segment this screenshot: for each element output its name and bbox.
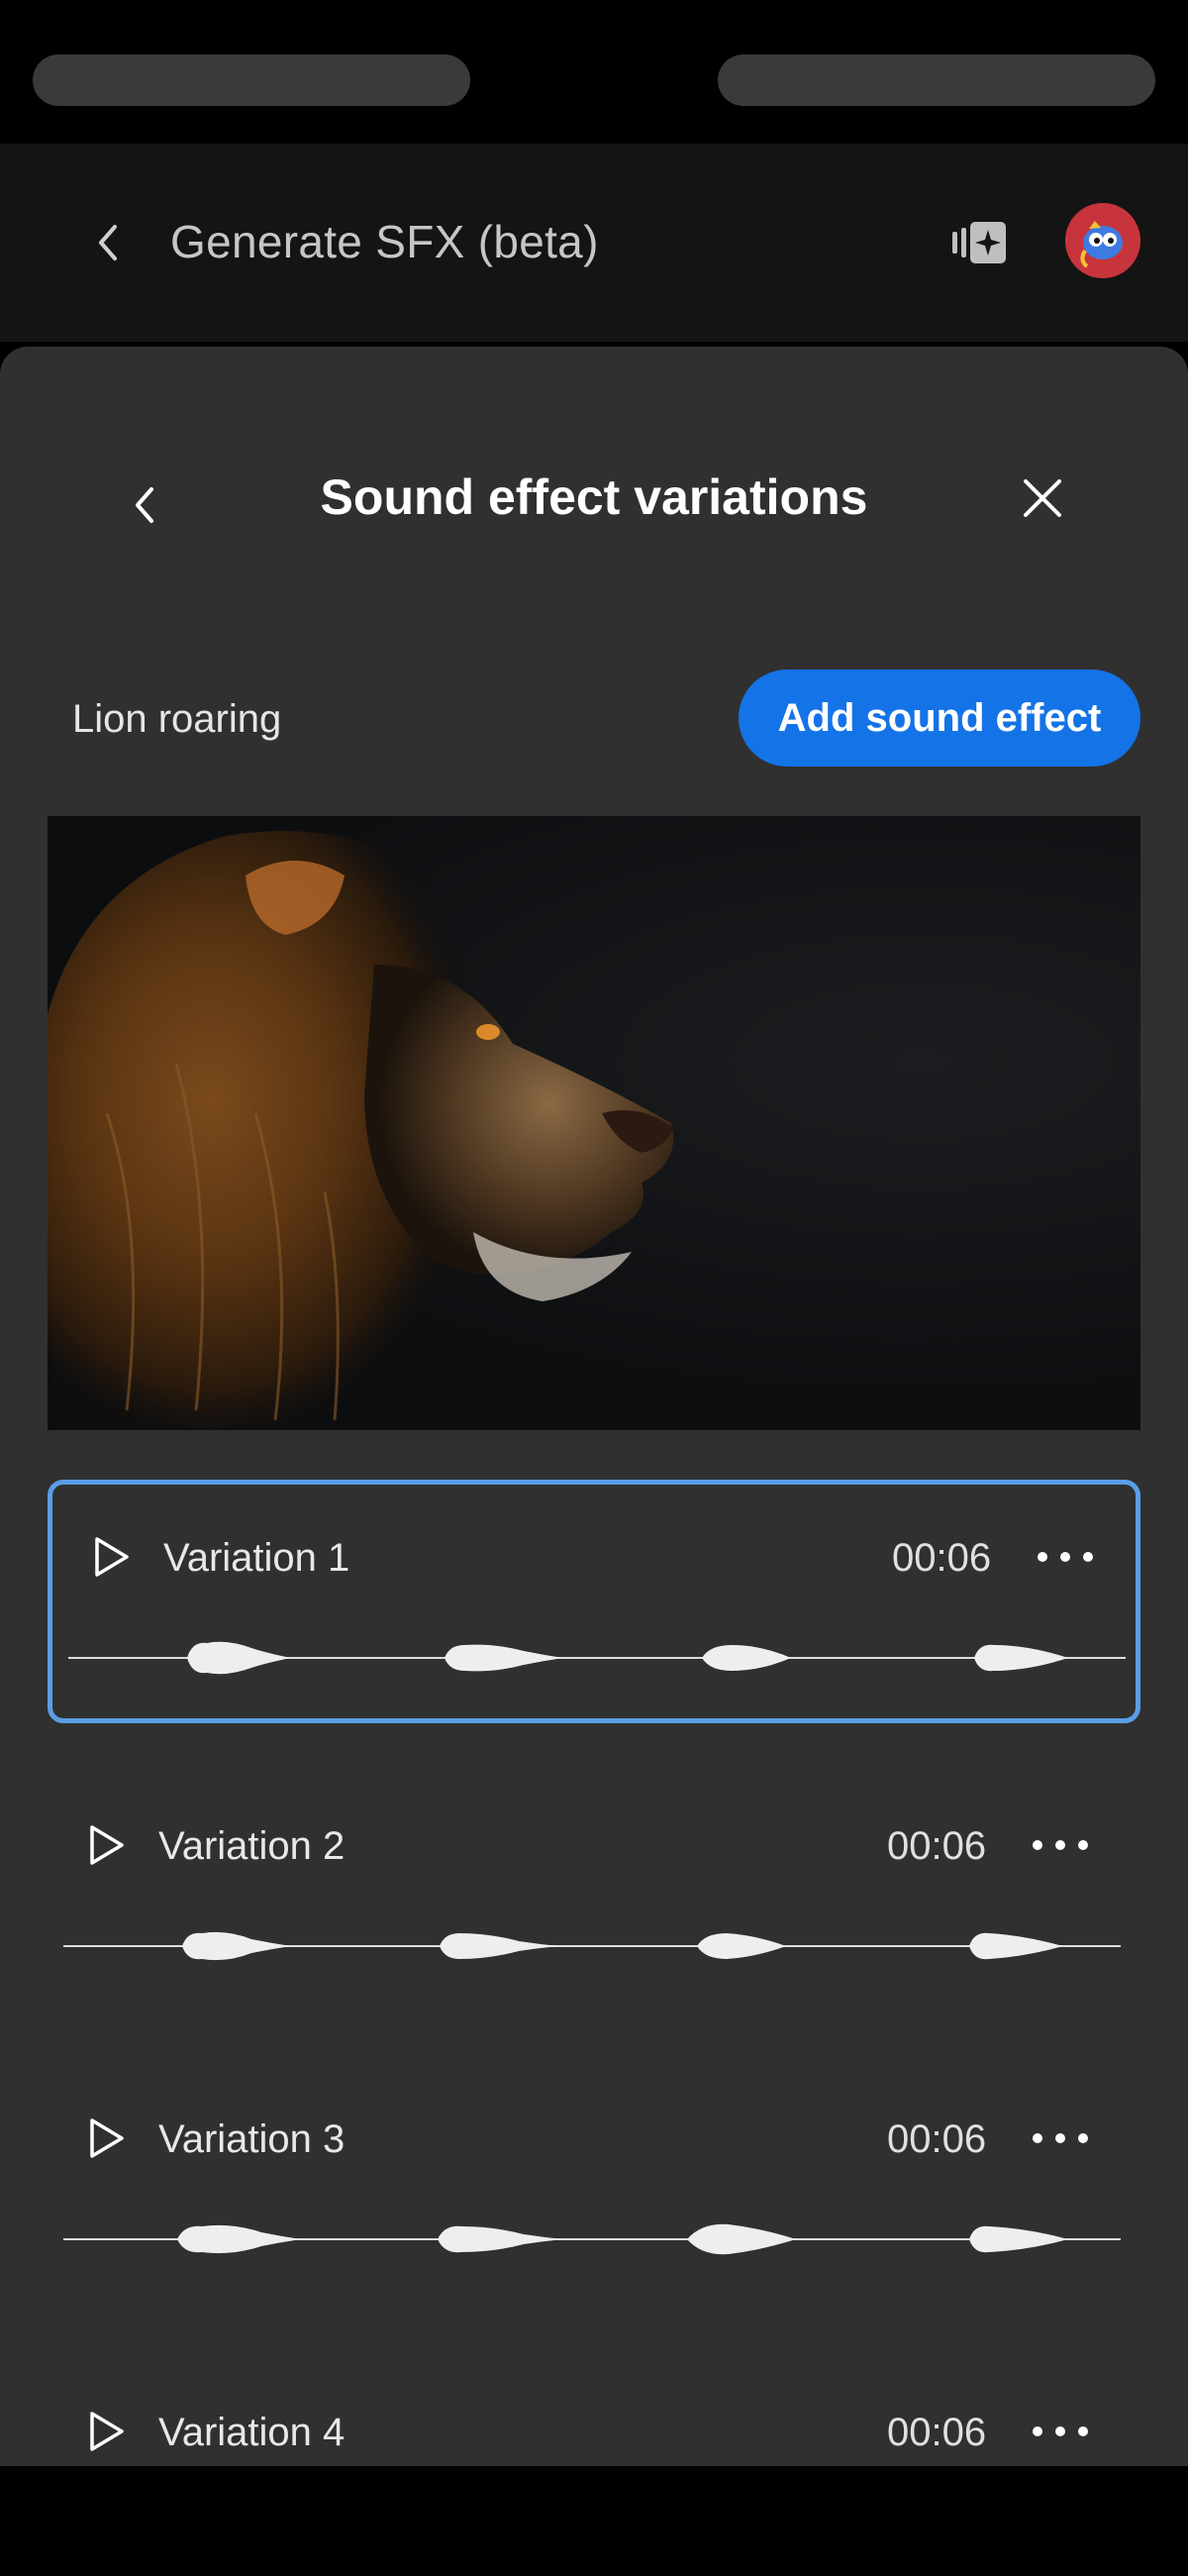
play-icon[interactable] bbox=[82, 2115, 128, 2161]
avatar[interactable] bbox=[1065, 203, 1140, 278]
waveform bbox=[63, 1931, 1121, 1961]
dot bbox=[1060, 1552, 1070, 1562]
play-icon[interactable] bbox=[87, 1534, 133, 1580]
variation-name: Variation 4 bbox=[158, 2411, 346, 2454]
variation-name: Variation 2 bbox=[158, 1824, 346, 1868]
more-options-button[interactable] bbox=[1033, 2123, 1088, 2153]
variation-name: Variation 1 bbox=[163, 1536, 350, 1580]
dot bbox=[1078, 2426, 1088, 2436]
back-button[interactable] bbox=[87, 213, 127, 272]
variation-duration: 00:06 bbox=[887, 2117, 987, 2161]
close-icon bbox=[1024, 479, 1061, 517]
variation-duration: 00:06 bbox=[887, 2411, 987, 2454]
close-button[interactable] bbox=[1020, 475, 1065, 521]
variation-card-1[interactable]: Variation 1 00:06 bbox=[48, 1480, 1140, 1723]
dot bbox=[1038, 1552, 1047, 1562]
sheet-title: Sound effect variations bbox=[320, 469, 868, 525]
more-options-button[interactable] bbox=[1033, 1830, 1088, 1860]
play-icon[interactable] bbox=[82, 2409, 128, 2454]
waveform bbox=[68, 1641, 1126, 1675]
variation-name: Variation 3 bbox=[158, 2117, 346, 2161]
page-title: Generate SFX (beta) bbox=[170, 216, 599, 267]
avatar-illustration-icon bbox=[1065, 203, 1140, 278]
add-sound-effect-button[interactable]: Add sound effect bbox=[739, 670, 1140, 767]
variation-card-2[interactable]: Variation 2 00:06 bbox=[48, 1773, 1140, 2016]
dot bbox=[1033, 2133, 1042, 2143]
dot bbox=[1033, 1840, 1042, 1850]
variation-duration: 00:06 bbox=[892, 1536, 992, 1580]
status-bar bbox=[0, 0, 1188, 144]
media-button[interactable] bbox=[950, 218, 1010, 267]
chevron-left-icon bbox=[99, 225, 117, 260]
waveform bbox=[63, 2223, 1121, 2255]
variations-sheet: Sound effect variations Lion roaring Add… bbox=[0, 347, 1188, 2466]
more-options-button[interactable] bbox=[1033, 2417, 1088, 2446]
variation-card-3[interactable]: Variation 3 00:06 bbox=[48, 2066, 1140, 2310]
variation-duration: 00:06 bbox=[887, 1824, 987, 1868]
dot bbox=[1055, 1840, 1065, 1850]
variation-card-4[interactable]: Variation 4 00:06 bbox=[48, 2359, 1140, 2466]
dot bbox=[1078, 1840, 1088, 1850]
dot bbox=[1078, 2133, 1088, 2143]
media-sparkle-icon bbox=[952, 222, 1006, 263]
status-pill-right bbox=[718, 54, 1155, 106]
dot bbox=[1055, 2133, 1065, 2143]
prompt-label: Lion roaring bbox=[72, 697, 282, 741]
lion-image bbox=[48, 831, 673, 1430]
dot bbox=[1055, 2426, 1065, 2436]
status-pill-left bbox=[33, 54, 470, 106]
app-header: Generate SFX (beta) bbox=[0, 144, 1188, 342]
dot bbox=[1033, 2426, 1042, 2436]
navigation-bar bbox=[0, 2466, 1188, 2576]
play-icon[interactable] bbox=[82, 1822, 128, 1868]
dot bbox=[1083, 1552, 1093, 1562]
lion-preview-image bbox=[48, 816, 1140, 1430]
more-options-button[interactable] bbox=[1038, 1542, 1093, 1572]
